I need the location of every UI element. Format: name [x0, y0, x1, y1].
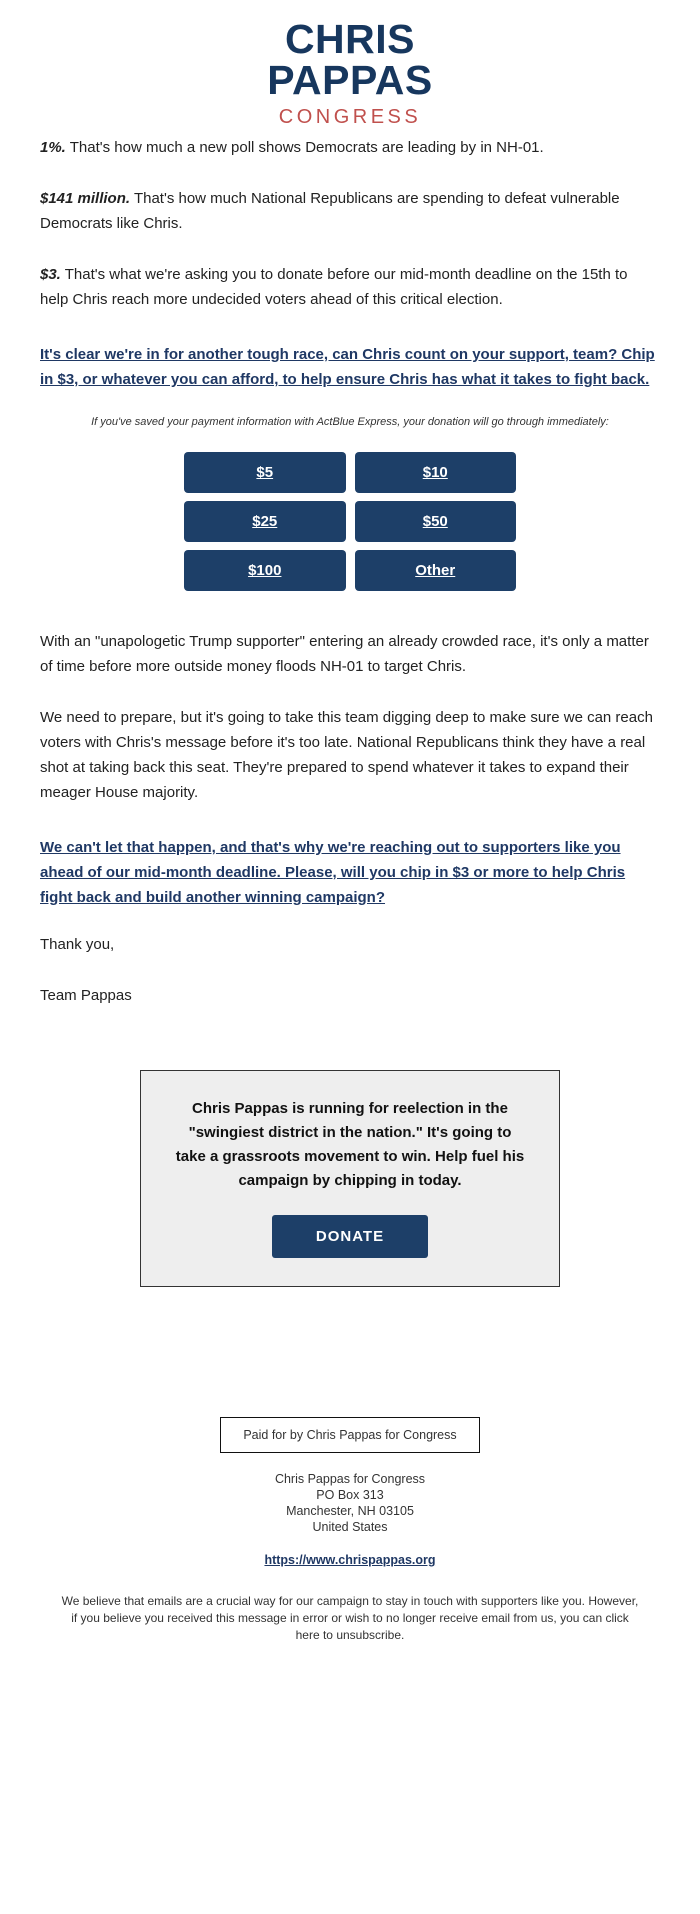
paragraph-poll: 1%. That's how much a new poll shows Dem…: [40, 135, 660, 160]
donate-amount-other-button[interactable]: Other: [354, 549, 516, 591]
paid-for-disclaimer: Paid for by Chris Pappas for Congress: [220, 1416, 480, 1453]
email-footer: Paid for by Chris Pappas for Congress Ch…: [0, 1287, 700, 1680]
mailing-address: Chris Pappas for Congress PO Box 313 Man…: [40, 1471, 660, 1535]
paragraph-trump-supporter: With an "unapologetic Trump supporter" e…: [40, 632, 649, 675]
paragraph-cta-link-1: It's clear we're in for another tough ra…: [40, 342, 660, 392]
paragraph-cta-link-2: We can't let that happen, and that's why…: [40, 835, 660, 910]
donate-callout-box: Chris Pappas is running for reelection i…: [140, 1069, 560, 1287]
donate-amount-100-button[interactable]: $100: [184, 549, 346, 591]
paragraph-ask: $3. That's what we're asking you to dona…: [40, 262, 660, 312]
amount-cell: $100: [184, 549, 346, 591]
signoff-thank-you: Thank you,: [40, 935, 115, 953]
amount-row: $25 $50: [184, 500, 516, 542]
logo-text-chris: CHRIS: [284, 16, 416, 62]
callout-message: Chris Pappas is running for reelection i…: [175, 1099, 525, 1189]
paragraph-ask-body: That's what we're asking you to donate b…: [40, 265, 628, 308]
paragraph-poll-lead: 1%.: [40, 138, 66, 156]
cta-link-fight-back[interactable]: We can't let that happen, and that's why…: [40, 839, 625, 906]
amount-row: $100 Other: [184, 549, 516, 591]
logo-text-congress: CONGRESS: [278, 105, 422, 128]
donate-amount-10-button[interactable]: $10: [354, 451, 516, 493]
paragraph-prepare: We need to prepare, but it's going to ta…: [40, 708, 653, 801]
amount-cell: $10: [354, 451, 516, 493]
amount-cell: $50: [354, 500, 516, 542]
cta-link-chip-in[interactable]: It's clear we're in for another tough ra…: [40, 346, 655, 388]
donate-amount-50-button[interactable]: $50: [354, 500, 516, 542]
unsubscribe-disclaimer[interactable]: We believe that emails are a crucial way…: [40, 1593, 660, 1644]
logo-text-pappas: PAPPAS: [267, 56, 433, 103]
amount-cell: Other: [354, 549, 516, 591]
donation-amount-grid: $5 $10 $25 $50 $100 Other: [175, 444, 525, 599]
paragraph-spending-lead: $141 million.: [40, 189, 131, 207]
paragraph-spending: $141 million. That's how much National R…: [40, 186, 660, 236]
campaign-logo: CHRIS PAPPAS CONGRESS: [0, 0, 700, 135]
donate-amount-25-button[interactable]: $25: [184, 500, 346, 542]
website-link[interactable]: https://www.chrispappas.org: [40, 1553, 660, 1567]
signoff-team-pappas: Team Pappas: [40, 986, 132, 1004]
address-org: Chris Pappas for Congress: [274, 1471, 426, 1486]
address-po-box: PO Box 313: [316, 1487, 384, 1502]
actblue-express-note: If you've saved your payment information…: [91, 415, 609, 428]
amount-cell: $25: [184, 500, 346, 542]
amount-row: $5 $10: [184, 451, 516, 493]
email-body: CHRIS PAPPAS CONGRESS 1%. That's how muc…: [0, 0, 700, 1680]
amount-cell: $5: [184, 451, 346, 493]
email-content: 1%. That's how much a new poll shows Dem…: [0, 135, 700, 1008]
paragraph-poll-body: That's how much a new poll shows Democra…: [65, 138, 544, 156]
donate-button[interactable]: DONATE: [271, 1214, 429, 1258]
callout-section: Chris Pappas is running for reelection i…: [0, 1034, 700, 1287]
donate-amount-5-button[interactable]: $5: [184, 451, 346, 493]
address-city-state-zip: Manchester, NH 03105: [286, 1503, 414, 1518]
address-country: United States: [312, 1519, 388, 1534]
paragraph-ask-lead: $3.: [40, 265, 61, 283]
